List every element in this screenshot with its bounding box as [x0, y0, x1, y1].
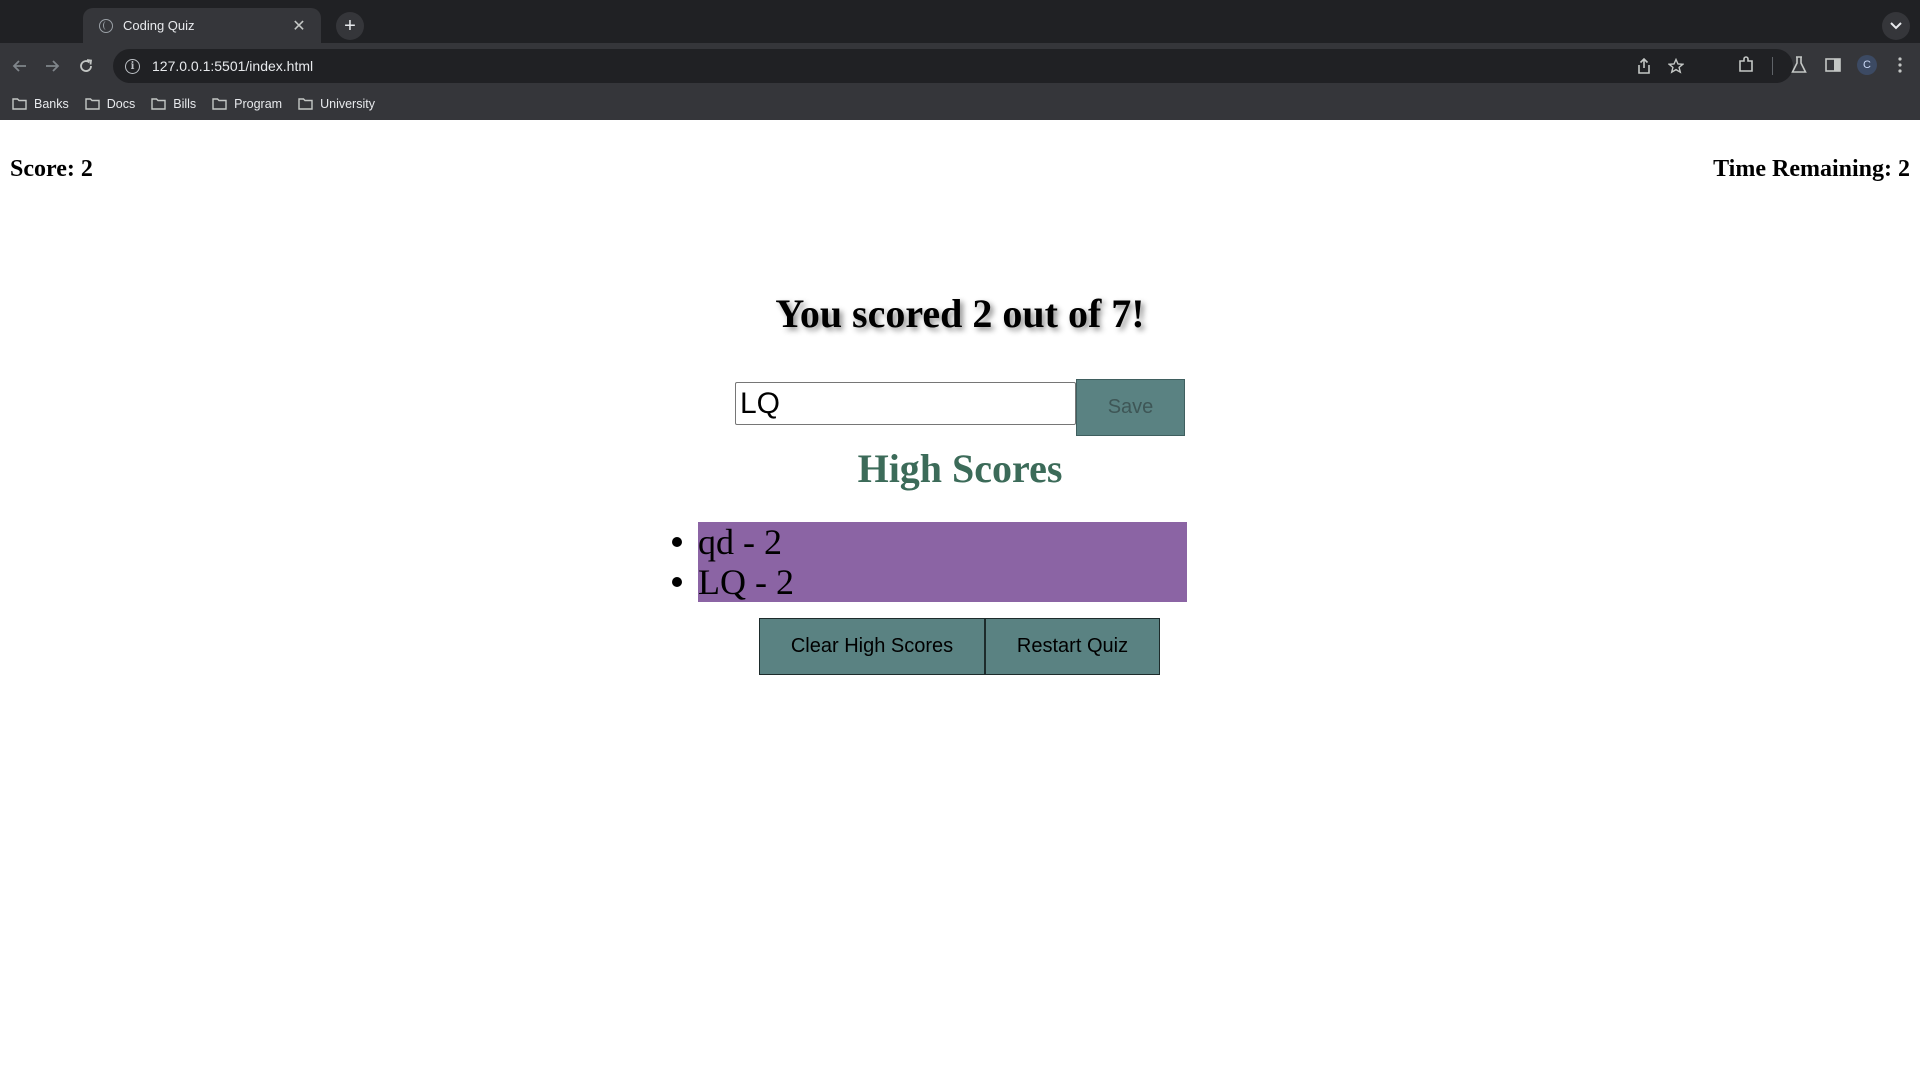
restart-quiz-button[interactable]: Restart Quiz	[985, 618, 1160, 675]
globe-icon	[99, 18, 113, 33]
arrow-left-icon	[12, 60, 26, 72]
high-scores-title: High Scores	[857, 446, 1063, 491]
new-tab-button[interactable]: +	[336, 12, 364, 40]
clear-high-scores-button[interactable]: Clear High Scores	[759, 618, 985, 675]
bookmark-label: Bills	[173, 97, 197, 111]
bookmark-label: Banks	[34, 97, 69, 111]
bookmark-label: Docs	[106, 97, 136, 111]
forward-button[interactable]	[38, 52, 66, 80]
high-score-entry: qd - 2	[672, 522, 1187, 562]
share-icon[interactable]	[1635, 57, 1653, 75]
bookmark-banks[interactable]: Banks	[12, 97, 69, 111]
folder-icon	[12, 98, 27, 110]
arrow-right-icon	[46, 60, 60, 72]
folder-icon	[85, 98, 100, 110]
site-info-icon[interactable]: i	[125, 58, 140, 74]
bookmark-docs[interactable]: Docs	[85, 97, 135, 111]
reload-button[interactable]	[72, 52, 100, 80]
close-tab-icon[interactable]: ✕	[289, 16, 309, 36]
bookmark-label: University	[320, 97, 375, 111]
labs-flask-icon[interactable]	[1788, 54, 1810, 76]
more-menu-icon[interactable]	[1889, 54, 1911, 76]
chevron-down-icon	[1890, 22, 1902, 30]
folder-icon	[151, 98, 166, 110]
result-heading: You scored 2 out of 7!	[775, 291, 1145, 336]
tab-title: Coding Quiz	[123, 18, 195, 33]
folder-icon	[212, 98, 227, 110]
folder-icon	[298, 98, 313, 110]
time-remaining-display: Time Remaining: 2	[1713, 156, 1910, 182]
side-panel-icon[interactable]	[1822, 54, 1844, 76]
browser-toolbar: i 127.0.0.1:5501/index.html C	[0, 43, 1920, 88]
score-display: Score: 2	[10, 156, 93, 182]
high-score-entry: LQ - 2	[672, 562, 1187, 602]
tab-search-button[interactable]	[1882, 12, 1910, 40]
bookmark-label: Program	[234, 97, 283, 111]
back-button[interactable]	[6, 52, 34, 80]
bookmarks-bar: Banks Docs Bills Program University	[0, 88, 1920, 120]
toolbar-divider	[1772, 57, 1773, 75]
browser-tab[interactable]: Coding Quiz ✕	[83, 8, 321, 43]
initials-input[interactable]	[735, 382, 1076, 425]
save-button[interactable]: Save	[1076, 379, 1185, 436]
extensions-icon[interactable]	[1735, 54, 1757, 76]
quiz-page: Score: 2 Time Remaining: 2 You scored 2 …	[0, 120, 1920, 1080]
action-buttons: Clear High Scores Restart Quiz	[759, 618, 1160, 675]
bookmark-program[interactable]: Program	[212, 97, 282, 111]
bookmark-star-icon[interactable]	[1667, 57, 1685, 75]
high-scores-list: qd - 2 LQ - 2	[672, 522, 1187, 602]
url-text[interactable]: 127.0.0.1:5501/index.html	[152, 58, 313, 74]
address-bar[interactable]: i 127.0.0.1:5501/index.html	[113, 49, 1793, 83]
bookmark-bills[interactable]: Bills	[151, 97, 196, 111]
reload-icon	[80, 59, 93, 72]
browser-tabstrip: Coding Quiz ✕ +	[0, 0, 1920, 43]
bookmark-university[interactable]: University	[298, 97, 375, 111]
profile-avatar[interactable]: C	[1857, 55, 1877, 75]
